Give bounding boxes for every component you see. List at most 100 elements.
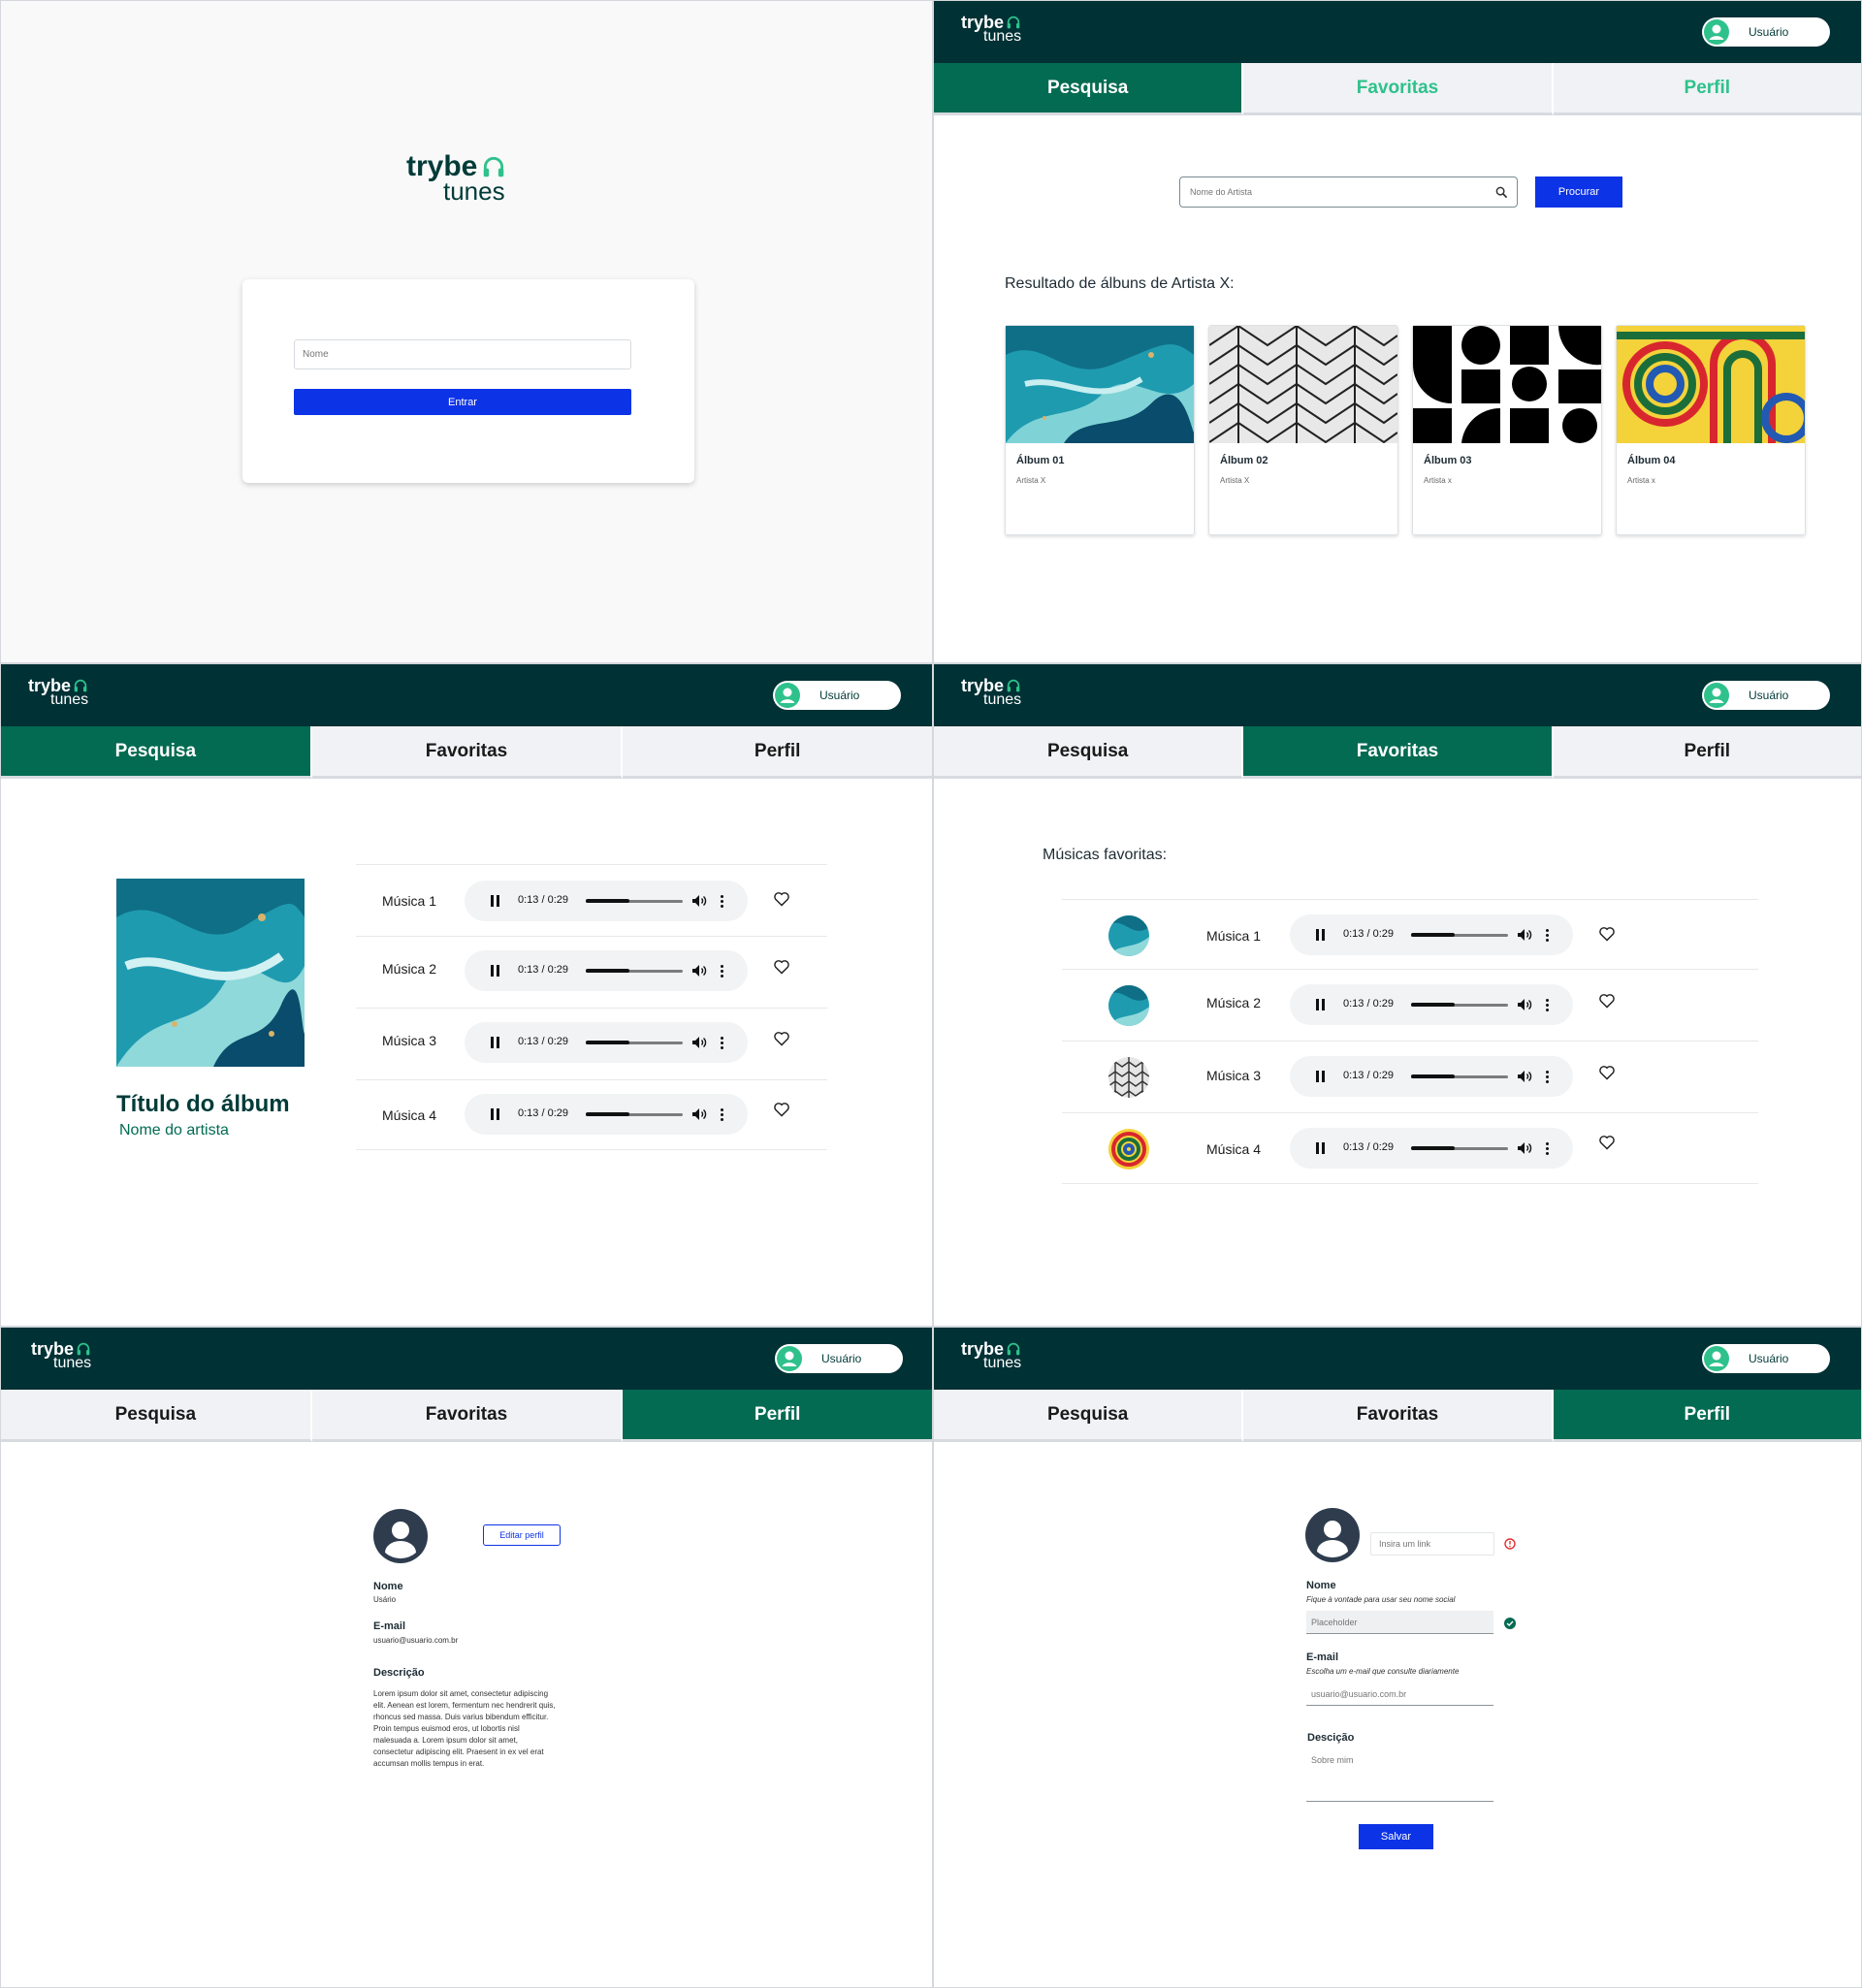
tab-favorites[interactable]: Favoritas — [1243, 1390, 1554, 1442]
tab-profile[interactable]: Perfil — [1553, 726, 1861, 779]
tab-search[interactable]: Pesquisa — [1, 726, 312, 779]
audio-player[interactable]: 0:13 / 0:29 — [1290, 1128, 1573, 1169]
volume-icon[interactable] — [691, 1107, 707, 1121]
tab-profile[interactable]: Perfil — [1553, 1390, 1861, 1442]
track-thumbnail — [1108, 1129, 1149, 1170]
heart-icon[interactable] — [1598, 1065, 1616, 1080]
heart-icon[interactable] — [1598, 1135, 1616, 1150]
pause-icon[interactable] — [491, 895, 500, 907]
tab-profile[interactable]: Perfil — [623, 1390, 932, 1442]
pause-icon[interactable] — [1316, 929, 1326, 941]
pause-icon[interactable] — [491, 1108, 500, 1120]
volume-icon[interactable] — [691, 894, 707, 908]
edit-profile-button[interactable]: Editar perfil — [483, 1524, 561, 1546]
progress-bar[interactable] — [586, 969, 683, 973]
search-icon[interactable] — [1495, 186, 1508, 199]
search-button[interactable]: Procurar — [1535, 176, 1622, 208]
album-cover-image — [1209, 326, 1397, 443]
pause-icon[interactable] — [1316, 1142, 1326, 1154]
progress-bar[interactable] — [1411, 933, 1508, 937]
pause-icon[interactable] — [491, 965, 500, 977]
heart-icon[interactable] — [773, 1102, 790, 1117]
volume-icon[interactable] — [1517, 928, 1532, 942]
edit-name-input[interactable] — [1306, 1611, 1493, 1634]
heart-icon[interactable] — [773, 891, 790, 907]
progress-bar[interactable] — [1411, 1146, 1508, 1150]
volume-icon[interactable] — [1517, 1070, 1532, 1083]
user-badge[interactable]: Usuário — [775, 1344, 903, 1373]
heart-icon[interactable] — [773, 1031, 790, 1046]
search-result-title: Resultado de álbuns de Artista X: — [1005, 275, 1235, 292]
volume-icon[interactable] — [691, 964, 707, 978]
audio-player[interactable]: 0:13 / 0:29 — [465, 1094, 748, 1135]
artist-search-input[interactable] — [1180, 177, 1471, 207]
more-options-icon[interactable] — [1546, 929, 1549, 942]
pause-icon[interactable] — [491, 1037, 500, 1048]
more-options-icon[interactable] — [721, 965, 723, 978]
edit-description-textarea[interactable] — [1306, 1751, 1493, 1802]
more-options-icon[interactable] — [1546, 1071, 1549, 1083]
error-icon — [1504, 1538, 1516, 1550]
progress-bar[interactable] — [1411, 1074, 1508, 1078]
tab-profile[interactable]: Perfil — [1553, 63, 1861, 115]
more-options-icon[interactable] — [1546, 999, 1549, 1011]
favorites-screen: trybe tunes Usuário Pesquisa Favoritas P… — [933, 663, 1862, 1327]
track-name: Música 1 — [1206, 928, 1262, 944]
progress-bar[interactable] — [586, 1112, 683, 1116]
app-header: trybe tunes Usuário — [1, 1328, 932, 1390]
tab-favorites[interactable]: Favoritas — [311, 1390, 624, 1442]
volume-icon[interactable] — [1517, 998, 1532, 1011]
tab-favorites[interactable]: Favoritas — [1243, 63, 1554, 115]
progress-fill — [1411, 933, 1455, 937]
progress-bar[interactable] — [586, 899, 683, 903]
album-card[interactable]: Álbum 01 Artista X — [1005, 325, 1195, 535]
heart-icon[interactable] — [773, 959, 790, 975]
track-time: 0:13 / 0:29 — [1343, 1070, 1394, 1081]
tab-search[interactable]: Pesquisa — [934, 726, 1244, 779]
user-badge[interactable]: Usuário — [1702, 17, 1830, 47]
user-badge[interactable]: Usuário — [1702, 681, 1830, 710]
more-options-icon[interactable] — [721, 1037, 723, 1049]
edit-name-hint: Fique à vontade para usar seu nome socia… — [1306, 1595, 1456, 1604]
audio-player[interactable]: 0:13 / 0:29 — [1290, 914, 1573, 955]
volume-icon[interactable] — [691, 1036, 707, 1049]
heart-icon[interactable] — [1598, 926, 1616, 942]
user-badge[interactable]: Usuário — [773, 681, 901, 710]
progress-bar[interactable] — [586, 1041, 683, 1044]
more-options-icon[interactable] — [721, 1108, 723, 1121]
audio-player[interactable]: 0:13 / 0:29 — [465, 1022, 748, 1063]
tab-search[interactable]: Pesquisa — [934, 63, 1244, 115]
album-title: Álbum 02 — [1220, 455, 1268, 466]
album-card[interactable]: Álbum 02 Artista X — [1208, 325, 1398, 535]
audio-player[interactable]: 0:13 / 0:29 — [1290, 984, 1573, 1025]
album-card[interactable]: Álbum 03 Artista x — [1412, 325, 1602, 535]
more-options-icon[interactable] — [1546, 1142, 1549, 1155]
audio-player[interactable]: 0:13 / 0:29 — [465, 881, 748, 921]
user-badge[interactable]: Usuário — [1702, 1344, 1830, 1373]
tab-search[interactable]: Pesquisa — [1, 1390, 312, 1442]
track-name: Música 1 — [382, 893, 437, 909]
tab-favorites[interactable]: Favoritas — [311, 726, 624, 779]
tab-profile[interactable]: Perfil — [623, 726, 932, 779]
progress-fill — [586, 969, 629, 973]
enter-button[interactable]: Entrar — [294, 389, 631, 415]
album-card[interactable]: Álbum 04 Artista x — [1616, 325, 1806, 535]
save-button[interactable]: Salvar — [1359, 1824, 1433, 1849]
track-time: 0:13 / 0:29 — [518, 1036, 568, 1047]
volume-icon[interactable] — [1517, 1141, 1532, 1155]
album-artist: Artista x — [1627, 476, 1655, 485]
pause-icon[interactable] — [1316, 999, 1326, 1010]
edit-email-input[interactable] — [1306, 1683, 1493, 1706]
track-thumbnail — [1108, 915, 1149, 956]
audio-player[interactable]: 0:13 / 0:29 — [1290, 1056, 1573, 1097]
profile-image-link-input[interactable] — [1370, 1532, 1494, 1555]
name-input[interactable] — [294, 339, 631, 369]
tab-favorites[interactable]: Favoritas — [1243, 726, 1554, 779]
progress-bar[interactable] — [1411, 1003, 1508, 1007]
pause-icon[interactable] — [1316, 1071, 1326, 1082]
heart-icon[interactable] — [1598, 993, 1616, 1009]
audio-player[interactable]: 0:13 / 0:29 — [465, 950, 748, 991]
more-options-icon[interactable] — [721, 895, 723, 908]
tab-search[interactable]: Pesquisa — [934, 1390, 1244, 1442]
track-row: Música 4 0:13 / 0:29 — [356, 1080, 827, 1150]
